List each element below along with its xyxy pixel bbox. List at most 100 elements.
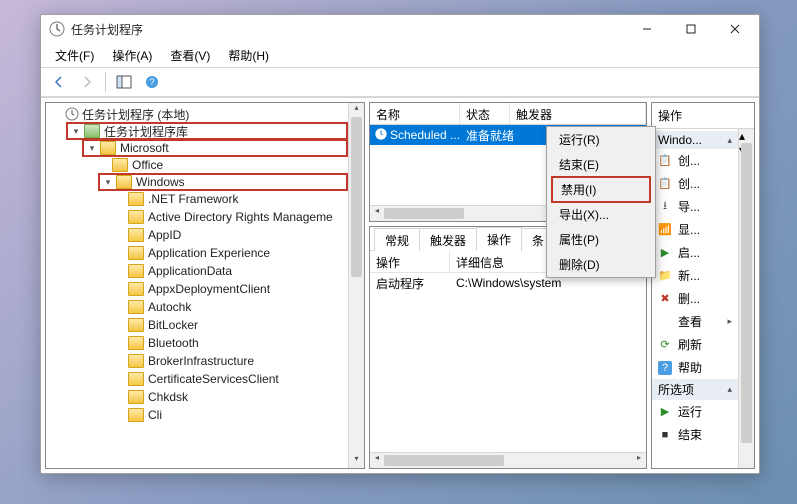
tree-library[interactable]: ▾ 任务计划程序库 (66, 122, 348, 140)
ctx-properties[interactable]: 属性(P) (547, 227, 655, 252)
action-item[interactable]: 📋创... (652, 172, 738, 195)
ctx-delete[interactable]: 删除(D) (547, 252, 655, 277)
ctx-end[interactable]: 结束(E) (547, 152, 655, 177)
svg-text:?: ? (149, 77, 154, 87)
scroll-thumb[interactable] (351, 117, 362, 277)
tree-item-label: AppID (148, 228, 181, 242)
help-button[interactable]: ? (140, 71, 164, 93)
col-name[interactable]: 名称 (370, 103, 460, 124)
tree-item[interactable]: BrokerInfrastructure (114, 352, 348, 370)
actions-scrollbar[interactable]: ▴ ▾ (738, 129, 754, 468)
action-item[interactable]: ⭳导... (652, 195, 738, 218)
menu-file[interactable]: 文件(F) (47, 45, 102, 66)
action-item[interactable]: 📋创... (652, 149, 738, 172)
detail-hscroll[interactable]: ◂ ▸ (370, 452, 646, 468)
action-item[interactable]: 📶显... (652, 218, 738, 241)
scroll-up-arrow[interactable]: ▴ (739, 129, 754, 143)
tree-item-label: Cli (148, 408, 162, 422)
tree-item[interactable]: .NET Framework (114, 190, 348, 208)
scroll-right-arrow[interactable]: ▸ (632, 453, 646, 468)
tree-item[interactable]: CertificateServicesClient (114, 370, 348, 388)
tree-scrollbar[interactable]: ▴ ▾ (348, 103, 364, 468)
minimize-button[interactable] (625, 15, 669, 43)
action-item[interactable]: ✖删... (652, 287, 738, 310)
action-label: 启... (678, 244, 700, 261)
ctx-disable[interactable]: 禁用(I) (551, 176, 651, 203)
tab-conditions[interactable]: 条 (521, 228, 549, 251)
chevron-up-icon[interactable]: ▴ (727, 135, 732, 146)
tree-item[interactable]: Autochk (114, 298, 348, 316)
stop-icon: ■ (658, 428, 672, 442)
tab-general[interactable]: 常规 (374, 228, 420, 251)
detail-body[interactable]: 启动程序 C:\Windows\system (370, 273, 646, 452)
detail-col-action[interactable]: 操作 (370, 251, 450, 272)
tree-item[interactable]: Chkdsk (114, 388, 348, 406)
action-end[interactable]: ■ 结束 (652, 423, 738, 446)
folder-icon (128, 336, 144, 350)
action-item[interactable]: ▶ 启... (652, 241, 738, 264)
action-icon: 📶 (658, 223, 672, 237)
tree-item[interactable]: Active Directory Rights Manageme (114, 208, 348, 226)
clock-icon (374, 127, 390, 144)
tree-microsoft[interactable]: ▾ Microsoft (82, 139, 348, 157)
col-trigger[interactable]: 触发器 (510, 103, 646, 124)
tree-item[interactable]: Bluetooth (114, 334, 348, 352)
folder-icon (116, 175, 132, 189)
action-item[interactable]: 📁新... (652, 264, 738, 287)
tree-item[interactable]: ApplicationData (114, 262, 348, 280)
action-view[interactable]: 查看 ▸ (652, 310, 738, 333)
folder-icon (128, 264, 144, 278)
action-icon: 📁 (658, 269, 672, 283)
tree-windows[interactable]: ▾ Windows (98, 173, 348, 191)
tree-item-label: BitLocker (148, 318, 198, 332)
forward-button[interactable] (75, 71, 99, 93)
action-run-label: 运行 (678, 403, 702, 420)
tree-item[interactable]: AppxDeploymentClient (114, 280, 348, 298)
back-button[interactable] (47, 71, 71, 93)
action-icon: ✖ (658, 292, 672, 306)
scroll-up-arrow[interactable]: ▴ (349, 103, 364, 117)
tree-root[interactable]: 任务计划程序 (本地) (50, 105, 348, 123)
hscroll-thumb[interactable] (384, 455, 504, 466)
folder-icon (112, 158, 128, 172)
action-refresh[interactable]: ⟳ 刷新 (652, 333, 738, 356)
tree-panel: 任务计划程序 (本地) ▾ 任务计划程序库 (45, 102, 365, 469)
show-hide-tree-button[interactable] (112, 71, 136, 93)
tree-item-label: AppxDeploymentClient (148, 282, 270, 296)
menu-view[interactable]: 查看(V) (162, 45, 218, 66)
menu-help[interactable]: 帮助(H) (220, 45, 277, 66)
scroll-left-arrow[interactable]: ◂ (370, 206, 384, 221)
action-help-label: 帮助 (678, 359, 702, 376)
tree-item-label: Chkdsk (148, 390, 188, 404)
tree-item[interactable]: Application Experience (114, 244, 348, 262)
ctx-run[interactable]: 运行(R) (547, 127, 655, 152)
tab-actions[interactable]: 操作 (476, 227, 522, 251)
scroll-down-arrow[interactable]: ▾ (349, 454, 364, 468)
tree-item[interactable]: BitLocker (114, 316, 348, 334)
col-status[interactable]: 状态 (460, 103, 510, 124)
tree-item[interactable]: AppID (114, 226, 348, 244)
tab-triggers[interactable]: 触发器 (419, 228, 477, 251)
chevron-down-icon[interactable]: ▾ (70, 126, 82, 137)
action-group-selected[interactable]: 所选项 ▴ (652, 379, 738, 400)
close-button[interactable] (713, 15, 757, 43)
scroll-left-arrow[interactable]: ◂ (370, 453, 384, 468)
tree-office[interactable]: Office (98, 156, 348, 174)
ctx-export[interactable]: 导出(X)... (547, 202, 655, 227)
title-bar: 任务计划程序 (41, 15, 759, 43)
chevron-down-icon[interactable]: ▾ (86, 143, 98, 154)
menu-action[interactable]: 操作(A) (104, 45, 160, 66)
maximize-button[interactable] (669, 15, 713, 43)
action-group-windows[interactable]: Windo... ▴ (652, 131, 738, 149)
tree-item[interactable]: Cli (114, 406, 348, 424)
action-run[interactable]: ▶ 运行 (652, 400, 738, 423)
chevron-up-icon[interactable]: ▴ (727, 384, 732, 395)
action-help[interactable]: ? 帮助 (652, 356, 738, 379)
hscroll-thumb[interactable] (384, 208, 464, 219)
scroll-thumb[interactable] (741, 143, 752, 443)
action-group-label: Windo... (658, 133, 702, 147)
chevron-down-icon[interactable]: ▾ (102, 177, 114, 188)
action-icon: ▶ (658, 246, 672, 260)
action-end-label: 结束 (678, 426, 702, 443)
tree[interactable]: 任务计划程序 (本地) ▾ 任务计划程序库 (46, 103, 348, 468)
